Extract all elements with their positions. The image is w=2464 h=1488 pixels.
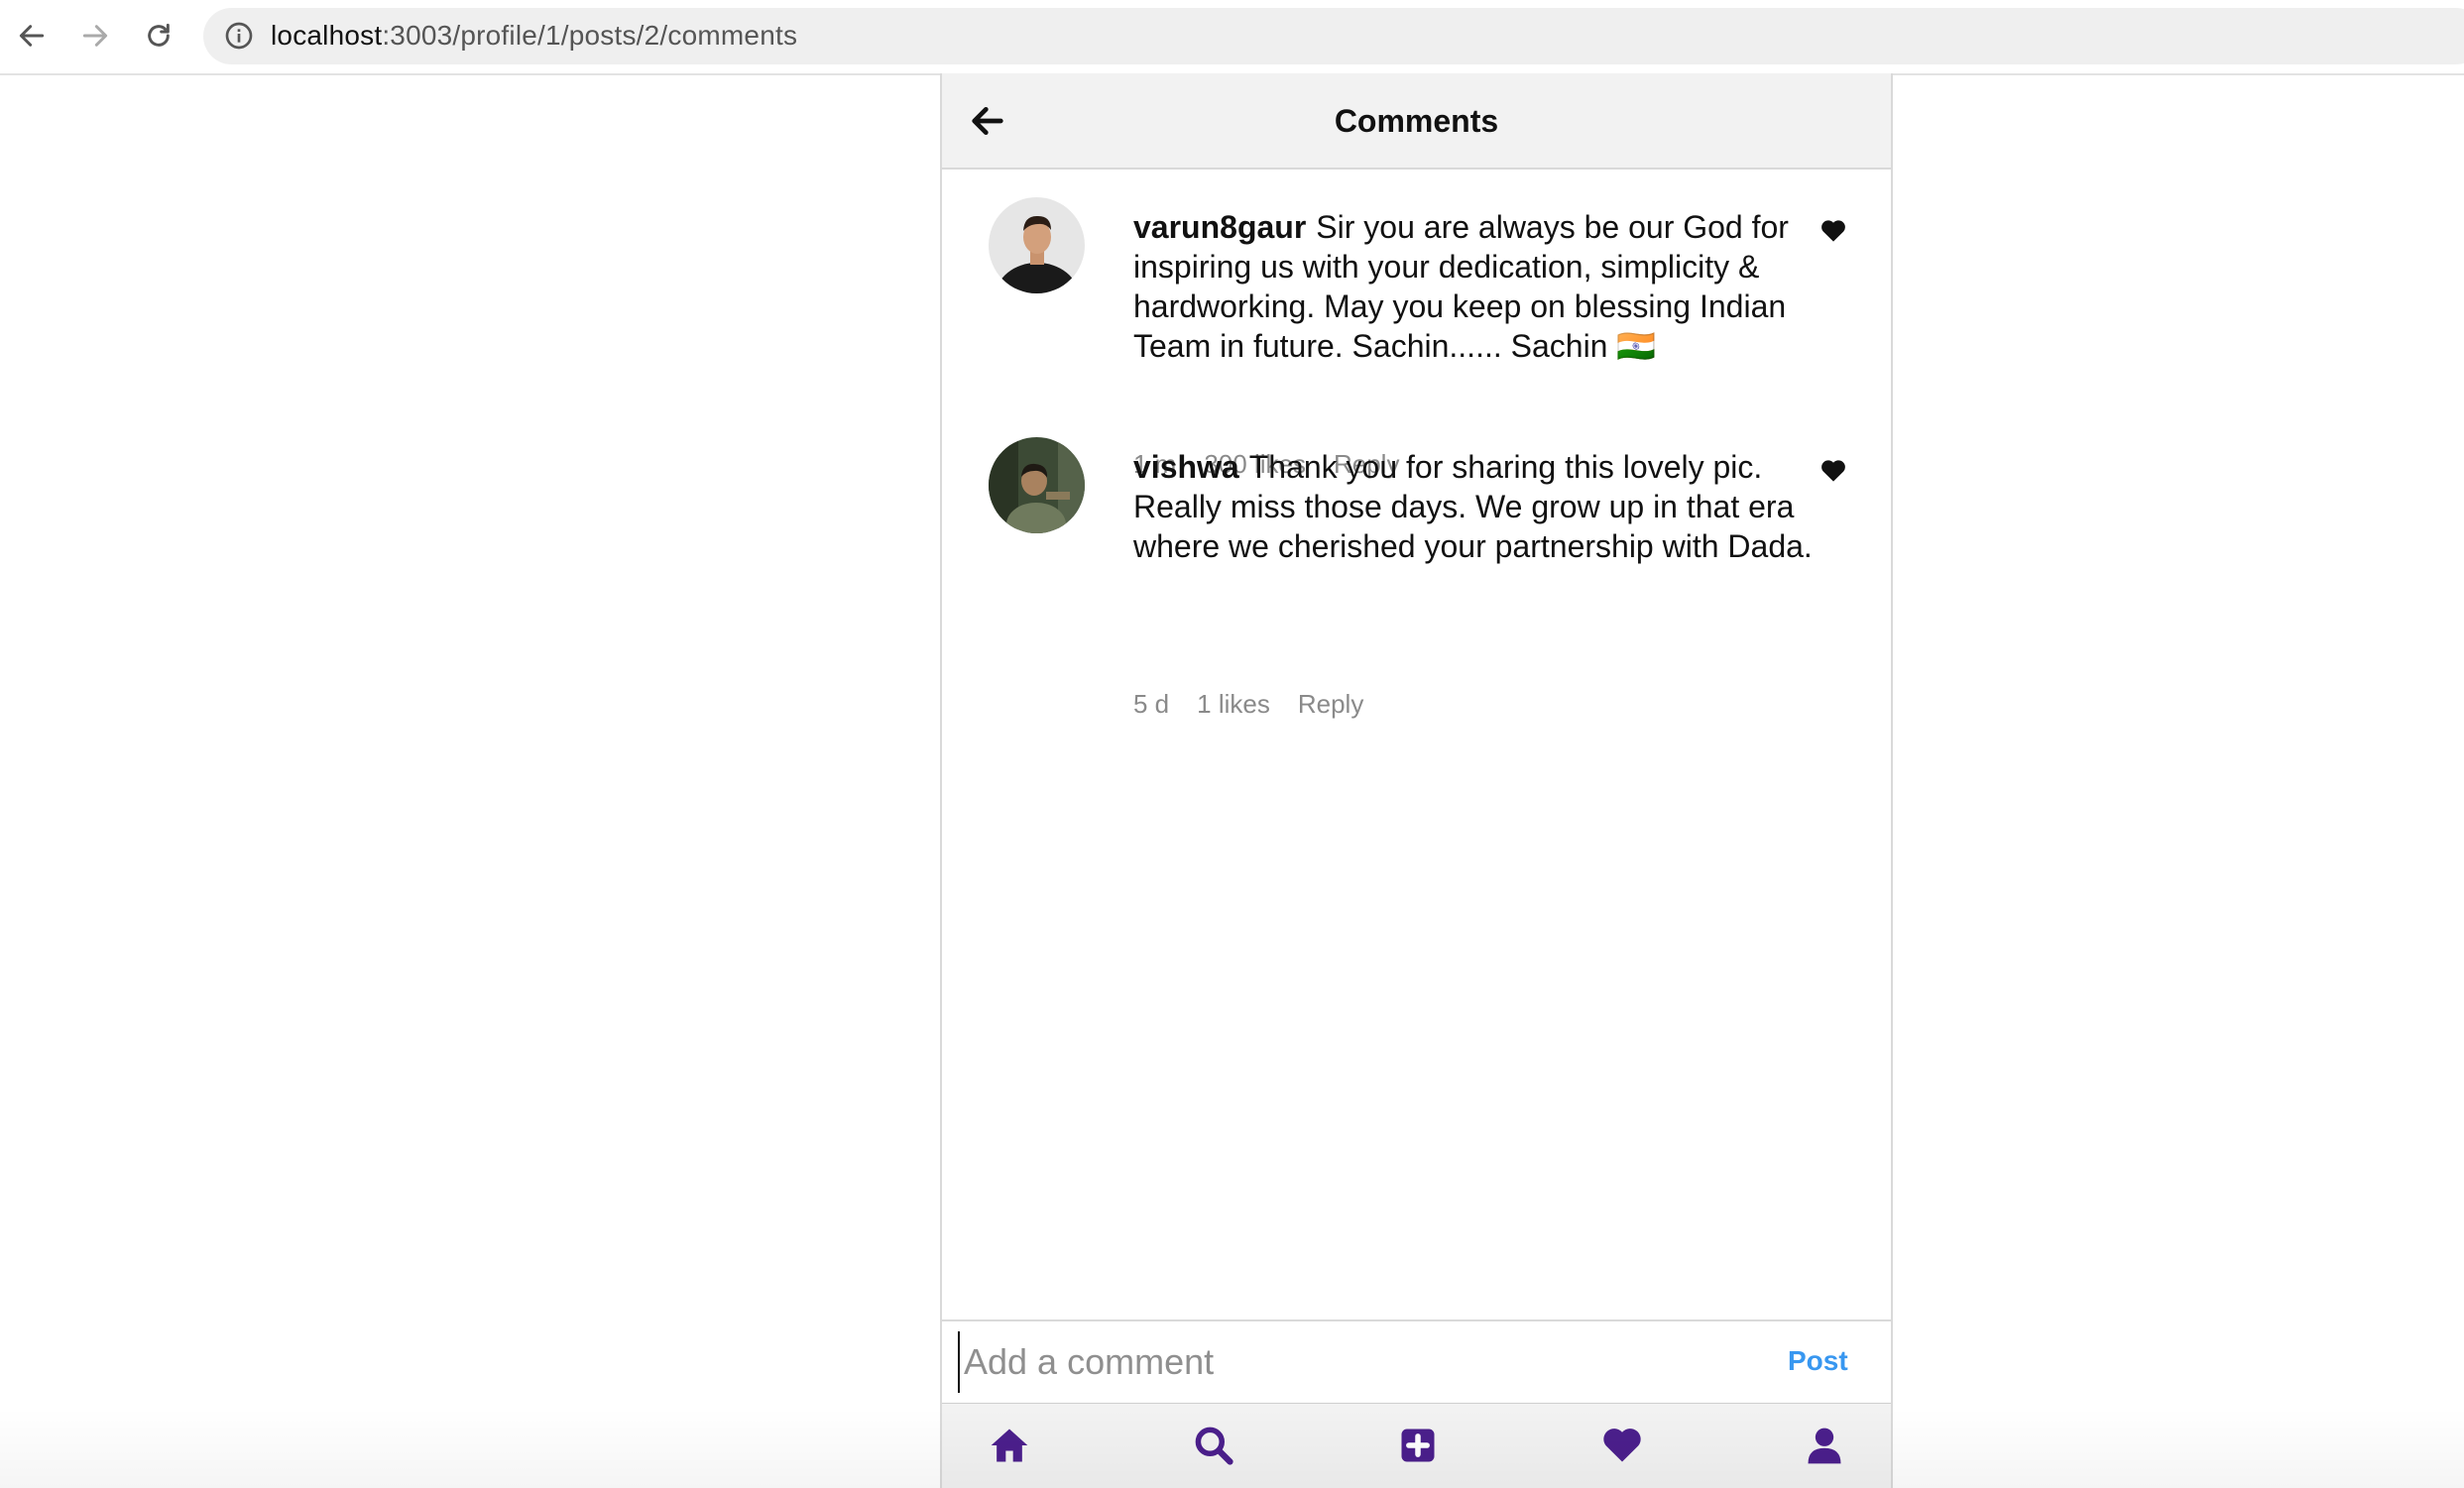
add-post-icon — [1401, 1429, 1435, 1462]
nav-profile[interactable] — [1803, 1424, 1846, 1467]
comment-meta: 5 d 1 likes Reply — [1133, 689, 1391, 720]
comment-input[interactable] — [958, 1331, 1739, 1393]
arrow-left-icon — [19, 25, 45, 47]
avatar[interactable] — [989, 197, 1085, 293]
address-bar[interactable]: localhost:3003/profile/1/posts/2/comment… — [203, 8, 2464, 64]
comment-likes[interactable]: 1 likes — [1197, 689, 1270, 719]
arrow-right-icon — [82, 25, 108, 47]
url-host: localhost — [271, 20, 383, 51]
url-path: :3003/profile/1/posts/2/comments — [382, 20, 798, 51]
comment-composer: Post — [942, 1319, 1891, 1406]
nav-activity[interactable] — [1600, 1424, 1644, 1467]
info-icon[interactable] — [223, 20, 255, 52]
home-icon — [991, 1429, 1028, 1462]
avatar-image — [989, 197, 1085, 293]
nav-home[interactable] — [988, 1424, 1031, 1467]
comment-username[interactable]: varun8gaur — [1133, 209, 1306, 245]
reload-icon — [148, 23, 170, 47]
browser-toolbar: localhost:3003/profile/1/posts/2/comment… — [0, 0, 2464, 75]
post-button[interactable]: Post — [1788, 1345, 1848, 1377]
nav-add-post[interactable] — [1396, 1424, 1440, 1467]
browser-reload-button[interactable] — [139, 14, 178, 57]
comment-time: 5 d — [1133, 689, 1170, 719]
page-title: Comments — [1334, 103, 1499, 139]
nav-search[interactable] — [1192, 1424, 1235, 1467]
reply-link[interactable]: Reply — [1298, 689, 1363, 719]
comment-text: varun8gaur Sir you are always be our God … — [1133, 207, 1818, 366]
browser-back-button[interactable] — [12, 14, 52, 57]
avatar-image — [989, 437, 1085, 533]
search-icon — [1195, 1427, 1233, 1465]
heart-icon — [1603, 1429, 1641, 1462]
comments-panel: Comments varun8gaur Sir you are always be… — [940, 73, 1893, 1488]
comment-username[interactable]: vishwa — [1133, 449, 1239, 485]
comment-text: vishwa Thank you for sharing this lovely … — [1133, 447, 1818, 566]
browser-forward-button[interactable] — [75, 14, 115, 57]
heart-icon[interactable] — [1819, 457, 1847, 483]
bottom-nav — [942, 1404, 1891, 1488]
avatar[interactable] — [989, 437, 1085, 533]
heart-icon[interactable] — [1819, 217, 1847, 243]
profile-icon — [1808, 1428, 1841, 1464]
comments-header: Comments — [942, 73, 1891, 170]
url-text: localhost:3003/profile/1/posts/2/comment… — [271, 20, 797, 52]
